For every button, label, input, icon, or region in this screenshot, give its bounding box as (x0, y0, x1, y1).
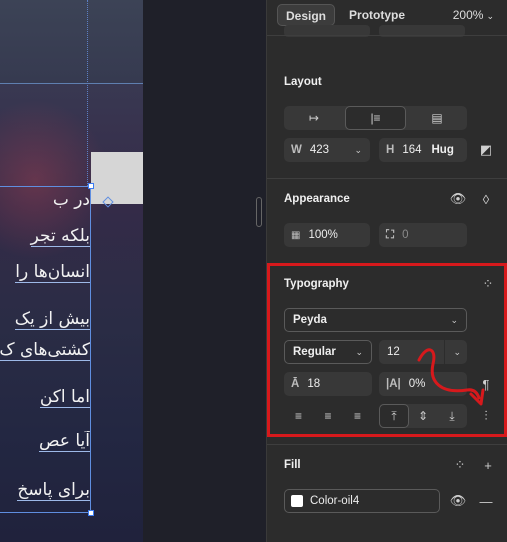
section-divider (267, 178, 507, 179)
eye-icon[interactable]: 👁 (449, 190, 467, 208)
eye-icon[interactable]: 👁 (449, 492, 467, 510)
grey-rectangle-layer[interactable] (91, 152, 143, 204)
layout-mode-segmented: ↦ |≡ ▤ (284, 106, 467, 130)
typography-section-title: Typography (284, 278, 349, 290)
section-divider (267, 35, 507, 36)
chevron-down-icon[interactable]: ⌄ (354, 145, 362, 156)
canvas-empty-area (143, 0, 266, 542)
layout-wrap-icon[interactable]: ▤ (407, 106, 467, 130)
font-family-value: Peyda (293, 314, 327, 326)
drop-icon[interactable]: ◊ (477, 190, 495, 208)
align-top-icon[interactable]: ⤒ (379, 404, 409, 428)
chevron-down-icon: ⌄ (355, 346, 363, 357)
align-right-icon[interactable]: ≡ (343, 404, 372, 428)
resize-handle-top-right[interactable] (88, 183, 94, 189)
layout-direction-horizontal-icon[interactable]: ↦ (284, 106, 344, 130)
fill-color-name: Color-oil4 (310, 495, 360, 507)
opacity-field[interactable]: ▦ 100% (284, 223, 370, 247)
fill-section-title: Fill (284, 459, 301, 471)
font-weight-value: Regular (293, 346, 336, 358)
clip-content-icon[interactable]: ◩ (477, 141, 495, 159)
zoom-level: 200% (452, 8, 484, 22)
design-canvas[interactable]: در ب بلکه تجر انسان‌ها را بیش از یک کشتی… (0, 0, 266, 542)
tab-design[interactable]: Design (277, 4, 336, 26)
appearance-section-title: Appearance (284, 193, 350, 205)
line-height-icon: Ā (291, 378, 300, 390)
font-size-value: 12 (387, 346, 400, 358)
canvas-scrollbar[interactable] (256, 197, 262, 227)
fill-color-field[interactable]: Color-oil4 (284, 489, 440, 513)
remove-fill-icon[interactable]: — (477, 492, 495, 510)
chevron-down-icon: ⌄ (450, 314, 458, 325)
align-left-icon[interactable]: ≡ (284, 404, 313, 428)
frame-header-band (0, 0, 143, 84)
annotation-arrow (417, 348, 485, 406)
resize-handle-bottom-right[interactable] (88, 510, 94, 516)
line-height-field[interactable]: Ā 18 (284, 372, 372, 396)
height-label: H (386, 144, 395, 156)
font-weight-select[interactable]: Regular ⌄ (284, 340, 372, 364)
layout-guide (87, 0, 88, 186)
section-divider (267, 444, 507, 445)
height-mode[interactable]: Hug (432, 144, 454, 156)
corner-radius-icon: ⛶ (386, 228, 395, 241)
add-fill-icon[interactable]: + (479, 456, 497, 474)
corner-radius-field[interactable]: ⛶ 0 (379, 223, 467, 247)
width-value: 423 (309, 144, 330, 156)
width-field[interactable]: W 423 ⌄ (284, 138, 370, 162)
align-center-icon[interactable]: ≡ (313, 404, 343, 428)
line-height-value: 18 (307, 378, 321, 390)
properties-panel: Design Prototype 200% ⌄ Layout ↦ |≡ ▤ W 4… (266, 0, 507, 542)
chevron-down-icon: ⌄ (486, 11, 494, 21)
color-swatch[interactable] (291, 495, 303, 507)
text-align-horizontal-group: ≡ ≡ ≡ (284, 404, 372, 428)
fill-styles-grid-icon[interactable]: ⁘ (451, 456, 469, 474)
text-styles-grid-icon[interactable]: ⁘ (479, 275, 497, 293)
text-selection-box[interactable] (0, 186, 91, 513)
tab-prototype[interactable]: Prototype (341, 4, 413, 26)
font-family-select[interactable]: Peyda ⌄ (284, 308, 467, 332)
layout-vertical-icon[interactable]: |≡ (345, 106, 406, 130)
corner-radius-value: 0 (402, 229, 409, 241)
zoom-dropdown[interactable]: 200% ⌄ (453, 8, 494, 22)
height-value: 164 (402, 144, 422, 156)
opacity-icon: ▦ (291, 229, 301, 241)
layout-section-title: Layout (284, 76, 322, 88)
height-field[interactable]: H 164 Hug (379, 138, 467, 162)
opacity-value: 100% (308, 229, 338, 241)
letter-spacing-icon: |A| (386, 378, 401, 390)
width-label: W (291, 144, 302, 156)
